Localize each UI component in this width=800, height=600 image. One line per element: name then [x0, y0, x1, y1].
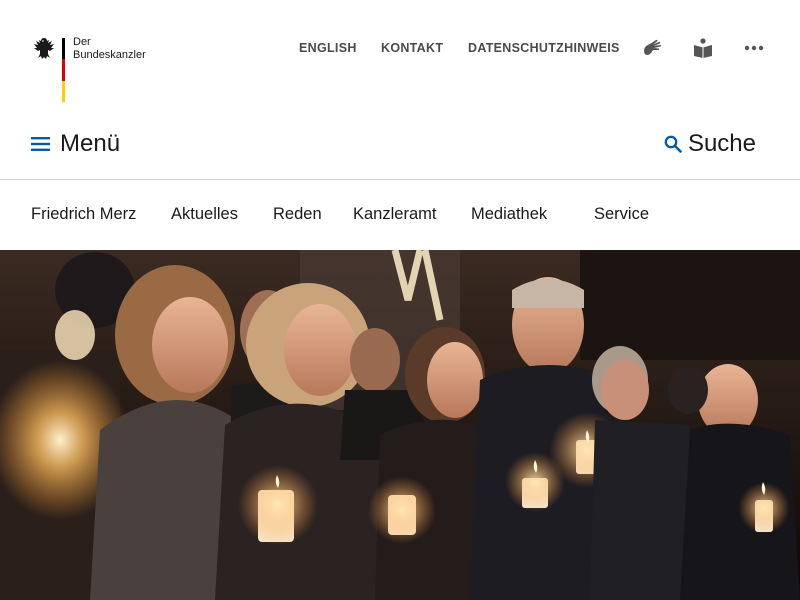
hamburger-icon [31, 137, 50, 151]
hero-image[interactable] [0, 250, 800, 600]
nav-item-kanzleramt[interactable]: Kanzleramt [353, 204, 436, 224]
sign-language-icon[interactable] [640, 36, 664, 60]
nav-item-mediathek[interactable]: Mediathek [471, 204, 547, 224]
datenschutz-link[interactable]: DATENSCHUTZHINWEIS [468, 40, 620, 56]
nav-item-aktuelles[interactable]: Aktuelles [171, 204, 238, 224]
search-icon [664, 135, 682, 153]
search-button[interactable]: Suche [664, 130, 756, 158]
kontakt-link[interactable]: KONTAKT [381, 40, 443, 56]
flag-red [62, 59, 65, 81]
main-navigation: Friedrich Merz Aktuelles Reden Kanzleram… [0, 181, 800, 249]
more-icon[interactable] [742, 36, 766, 60]
flag-gold [62, 80, 65, 102]
nav-item-reden[interactable]: Reden [273, 204, 322, 224]
search-label: Suche [687, 130, 756, 157]
menu-bar: Menü Suche [0, 110, 800, 180]
easy-read-icon[interactable] [691, 36, 715, 60]
meta-navigation: ENGLISH KONTAKT DATENSCHUTZHINWEIS [0, 38, 800, 60]
menu-button[interactable]: Menü [31, 130, 120, 158]
nav-item-service[interactable]: Service [594, 204, 649, 224]
candlelight-vigil-photo [0, 250, 800, 600]
nav-item-friedrich-merz[interactable]: Friedrich Merz [31, 204, 136, 224]
menu-label: Menü [60, 130, 121, 157]
english-link[interactable]: ENGLISH [299, 40, 357, 56]
site-header: Der Bundeskanzler ENGLISH KONTAKT DATENS… [0, 0, 800, 110]
